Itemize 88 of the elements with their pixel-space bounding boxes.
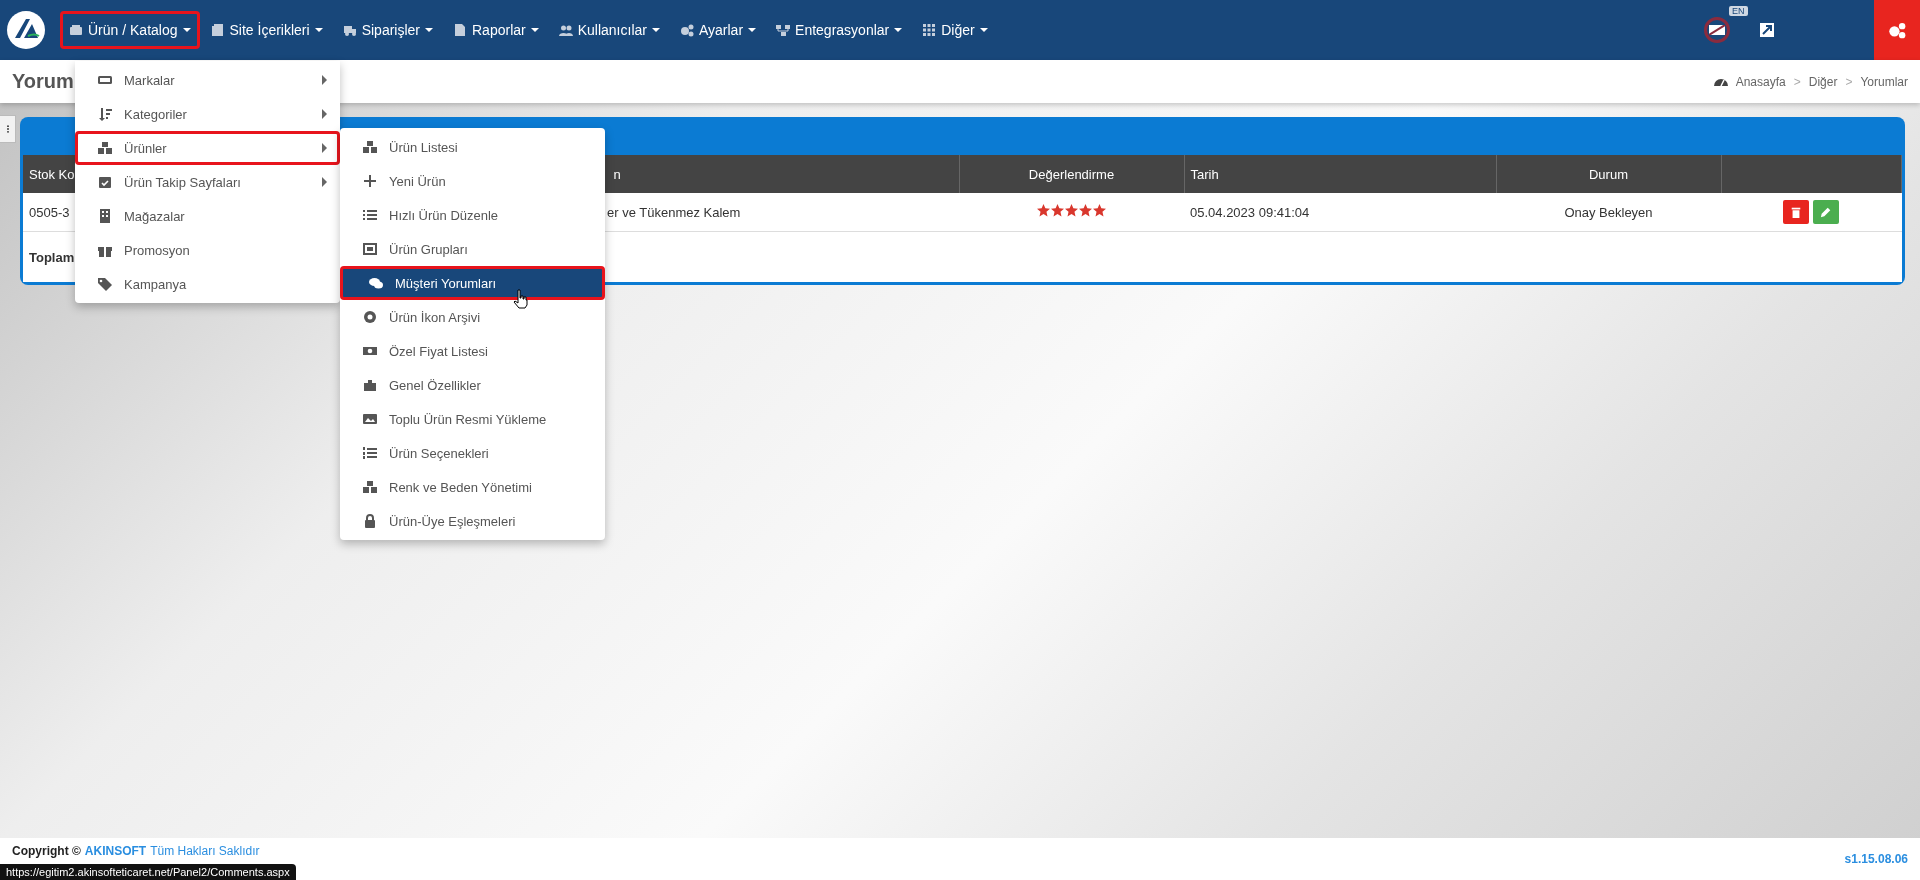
submenu-arrow-icon: [322, 177, 327, 187]
star-icon: [1037, 204, 1050, 217]
money-icon: [363, 344, 377, 358]
menu-item[interactable]: Mağazalar: [75, 199, 340, 233]
submenu-item[interactable]: Ürün Grupları: [340, 232, 605, 266]
submenu-item[interactable]: Renk ve Beden Yönetimi: [340, 470, 605, 504]
translate-icon: [1709, 25, 1725, 35]
lock-icon: [363, 514, 377, 528]
breadcrumb-separator: >: [1793, 74, 1801, 89]
caret-icon: [979, 28, 988, 32]
menu-item[interactable]: Promosyon: [75, 233, 340, 267]
card-icon: [98, 73, 112, 87]
copyright-text: Copyright ©: [12, 844, 81, 858]
breadcrumb-link[interactable]: Anasayfa: [1735, 74, 1786, 89]
box-icon: [69, 23, 83, 37]
image-icon: [363, 412, 377, 426]
column-header: Durum: [1496, 155, 1721, 193]
document-icon: [210, 23, 225, 37]
sidebar-toggle-button[interactable]: [0, 115, 16, 143]
star-icon: [1079, 204, 1092, 217]
list-icon: [363, 208, 377, 222]
breadcrumb-separator: >: [1845, 74, 1853, 89]
menu-item[interactable]: Ürünler: [75, 131, 340, 165]
submenu-item[interactable]: Ürün-Üye Eşleşmeleri: [340, 504, 605, 538]
version-text: s1.15.08.06: [1844, 851, 1908, 866]
language-badge: EN: [1729, 6, 1748, 16]
submenu-arrow-icon: [322, 109, 327, 119]
delete-button[interactable]: [1783, 200, 1810, 224]
nav-menu-item[interactable]: Diğer: [913, 11, 997, 49]
nav-menu-item[interactable]: Site İçerikleri: [201, 11, 332, 49]
caret-icon: [314, 28, 323, 32]
pencil-icon: [1820, 206, 1833, 218]
menu-item[interactable]: Kategoriler: [75, 97, 340, 131]
nav-menu-item[interactable]: Siparişler: [333, 11, 442, 49]
tags-icon: [98, 277, 112, 291]
numbered-list-icon: [363, 446, 377, 460]
settings-button[interactable]: [1874, 0, 1920, 60]
submenu-item[interactable]: Müşteri Yorumları: [340, 266, 605, 300]
object-group-icon: [363, 242, 377, 256]
grid-icon: [922, 23, 937, 37]
boxes-icon: [363, 140, 377, 154]
plus-icon: [363, 174, 377, 188]
boxes-icon: [98, 141, 112, 155]
submenu-item[interactable]: Ürün Seçenekleri: [340, 436, 605, 470]
page-title: Yorum: [12, 70, 74, 93]
submenu-arrow-icon: [322, 75, 327, 85]
rights-text: Tüm Hakları Saklıdır: [150, 844, 260, 858]
star-icon: [1065, 204, 1078, 217]
column-header: Tarih: [1184, 155, 1496, 193]
calendar-check-icon: [98, 175, 112, 189]
hand-cursor-icon: [513, 289, 529, 309]
caret-icon: [530, 28, 539, 32]
users-icon: [558, 23, 573, 37]
column-header: Değerlendirme: [959, 155, 1184, 193]
star-icon: [1093, 204, 1106, 217]
submenu-arrow-icon: [322, 143, 327, 153]
building-icon: [98, 209, 112, 223]
status-bar-url: https://egitim2.akinsofteticaret.net/Panel2/Comments.aspx: [0, 864, 296, 880]
nav-menu-item[interactable]: Ürün / Katalog: [60, 11, 200, 49]
external-link-icon[interactable]: [1760, 23, 1774, 37]
nav-menu-item[interactable]: Kullanıcılar: [549, 11, 669, 49]
menu-item[interactable]: Markalar: [75, 63, 340, 97]
table-cell: Onay Bekleyen: [1496, 193, 1721, 232]
submenu-item[interactable]: Genel Özellikler: [340, 368, 605, 402]
breadcrumb-link[interactable]: Yorumlar: [1860, 74, 1908, 89]
breadcrumb-link[interactable]: Diğer: [1808, 74, 1838, 89]
edit-button[interactable]: [1813, 200, 1840, 224]
nav-menu-item[interactable]: Raporlar: [444, 11, 548, 49]
caret-icon: [425, 28, 433, 32]
caret-icon: [894, 28, 903, 32]
submenu-item[interactable]: Özel Fiyat Listesi: [340, 334, 605, 368]
star-icon: [1051, 204, 1064, 217]
submenu-item[interactable]: Toplu Ürün Resmi Yükleme: [340, 402, 605, 436]
table-cell: 05.04.2023 09:41:04: [1184, 193, 1496, 232]
cubes-icon: [363, 480, 377, 494]
menu-item[interactable]: Kampanya: [75, 267, 340, 301]
truck-icon: [342, 23, 357, 37]
nav-menu-item[interactable]: Ayarlar: [670, 11, 766, 49]
total-label: Toplam: [29, 249, 75, 265]
company-logo[interactable]: [6, 10, 46, 50]
nav-menu-item[interactable]: Entegrasyonlar: [767, 11, 912, 49]
comments-icon: [369, 276, 383, 290]
caret-icon: [748, 28, 757, 32]
network-icon: [776, 23, 791, 37]
sort-icon: [98, 107, 112, 121]
caret-icon: [651, 28, 660, 32]
trash-icon: [1790, 206, 1803, 218]
caret-icon: [182, 28, 191, 32]
